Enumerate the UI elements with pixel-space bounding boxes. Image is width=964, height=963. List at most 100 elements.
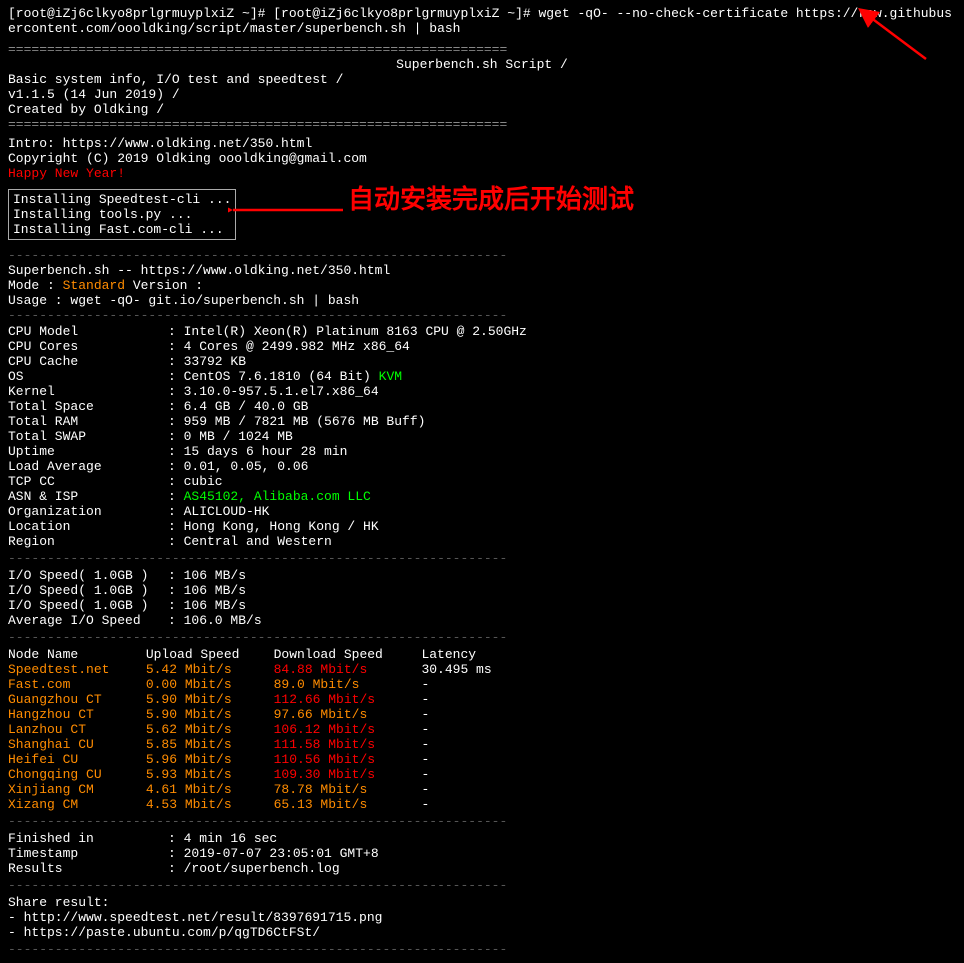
io-avg-val: : 106.0 MB/s: [168, 613, 262, 628]
speed-row-2: Guangzhou CT 5.90 Mbit/s 112.66 Mbit/s -: [8, 692, 956, 707]
download-7: 109.30 Mbit/s: [274, 767, 414, 782]
io-key-0: I/O Speed( 1.0GB ): [8, 568, 168, 583]
latency-4: -: [421, 722, 429, 737]
banner-line3: Created by Oldking /: [8, 102, 956, 117]
os-row: OS : CentOS 7.6.1810 (64 Bit) KVM: [8, 369, 956, 384]
install-line-2: Installing Fast.com-cli ...: [13, 222, 231, 237]
total-space-row: Total Space : 6.4 GB / 40.0 GB: [8, 399, 956, 414]
location-row: Location : Hong Kong, Hong Kong / HK: [8, 519, 956, 534]
cpu-cores-row: CPU Cores : 4 Cores @ 2499.982 MHz x86_6…: [8, 339, 956, 354]
prompt-user: [root@iZj6clkyo8prlgrmuyplxiZ ~]#: [8, 6, 273, 21]
org-row: Organization : ALICLOUD-HK: [8, 504, 956, 519]
upload-9: 4.53 Mbit/s: [146, 797, 266, 812]
section-divider-6: ----------------------------------------…: [8, 878, 956, 893]
cpu-cache-row: CPU Cache : 33792 KB: [8, 354, 956, 369]
cpu-model-key: CPU Model: [8, 324, 168, 339]
chinese-annotation: 自动安装完成后开始测试: [348, 179, 634, 216]
cpu-model-row: CPU Model : Intel(R) Xeon(R) Platinum 81…: [8, 324, 956, 339]
upload-2: 5.90 Mbit/s: [146, 692, 266, 707]
latency-2: -: [421, 692, 429, 707]
node-name-5: Shanghai CU: [8, 737, 138, 752]
upload-8: 4.61 Mbit/s: [146, 782, 266, 797]
uptime-val: : 15 days 6 hour 28 min: [168, 444, 347, 459]
uptime-key: Uptime: [8, 444, 168, 459]
total-swap-key: Total SWAP: [8, 429, 168, 444]
latency-9: -: [421, 797, 429, 812]
version-val: Version :: [133, 278, 203, 293]
io-key-2: I/O Speed( 1.0GB ): [8, 598, 168, 613]
download-0: 84.88 Mbit/s: [274, 662, 414, 677]
latency-8: -: [421, 782, 429, 797]
install-line-1: Installing tools.py ...: [13, 207, 231, 222]
banner-divider-bottom: ========================================…: [8, 117, 956, 132]
io-row-2: I/O Speed( 1.0GB ) : 106 MB/s: [8, 598, 956, 613]
version-label: [125, 278, 133, 293]
mode-line: Mode : Standard Version :: [8, 278, 956, 293]
upload-4: 5.62 Mbit/s: [146, 722, 266, 737]
upload-5: 5.85 Mbit/s: [146, 737, 266, 752]
region-row: Region : Central and Western: [8, 534, 956, 549]
latency-3: -: [421, 707, 429, 722]
share-link1: - http://www.speedtest.net/result/839769…: [8, 910, 956, 925]
intro-line1: Intro: https://www.oldking.net/350.html: [8, 136, 956, 151]
total-ram-val: : 959 MB / 7821 MB (5676 MB Buff): [168, 414, 425, 429]
download-4: 106.12 Mbit/s: [274, 722, 414, 737]
cpu-model-val: : Intel(R) Xeon(R) Platinum 8163 CPU @ 2…: [168, 324, 527, 339]
total-space-val: : 6.4 GB / 40.0 GB: [168, 399, 308, 414]
cpu-cores-val: : 4 Cores @ 2499.982 MHz x86_64: [168, 339, 410, 354]
load-avg-val: : 0.01, 0.05, 0.06: [168, 459, 308, 474]
load-avg-row: Load Average : 0.01, 0.05, 0.06: [8, 459, 956, 474]
download-3: 97.66 Mbit/s: [274, 707, 414, 722]
download-1: 89.0 Mbit/s: [274, 677, 414, 692]
io-key-1: I/O Speed( 1.0GB ): [8, 583, 168, 598]
node-name-1: Fast.com: [8, 677, 138, 692]
upload-1: 0.00 Mbit/s: [146, 677, 266, 692]
kernel-key: Kernel: [8, 384, 168, 399]
mode-value: Standard: [63, 278, 125, 293]
speed-row-6: Heifei CU 5.96 Mbit/s 110.56 Mbit/s -: [8, 752, 956, 767]
finished-row: Finished in : 4 min 16 sec: [8, 831, 956, 846]
speed-row-8: Xinjiang CM 4.61 Mbit/s 78.78 Mbit/s -: [8, 782, 956, 797]
share-link2: - https://paste.ubuntu.com/p/qgTD6CtFSt/: [8, 925, 956, 940]
io-val-2: : 106 MB/s: [168, 598, 246, 613]
cpu-cache-val: : 33792 KB: [168, 354, 246, 369]
download-9: 65.13 Mbit/s: [274, 797, 414, 812]
node-name-4: Lanzhou CT: [8, 722, 138, 737]
io-row-0: I/O Speed( 1.0GB ) : 106 MB/s: [8, 568, 956, 583]
tcp-cc-row: TCP CC : cubic: [8, 474, 956, 489]
download-2: 112.66 Mbit/s: [274, 692, 414, 707]
col-upload: Upload Speed: [146, 647, 266, 662]
upload-0: 5.42 Mbit/s: [146, 662, 266, 677]
tcp-cc-val: : cubic: [168, 474, 223, 489]
cpu-cache-key: CPU Cache: [8, 354, 168, 369]
node-name-0: Speedtest.net: [8, 662, 138, 677]
results-row: Results : /root/superbench.log: [8, 861, 956, 876]
section-divider-3: ----------------------------------------…: [8, 551, 956, 566]
region-val: : Central and Western: [168, 534, 332, 549]
org-key: Organization: [8, 504, 168, 519]
timestamp-key: Timestamp: [8, 846, 168, 861]
io-val-0: : 106 MB/s: [168, 568, 246, 583]
banner-line2: v1.1.5 (14 Jun 2019) /: [8, 87, 956, 102]
io-row-1: I/O Speed( 1.0GB ) : 106 MB/s: [8, 583, 956, 598]
mode-label: Mode :: [8, 278, 63, 293]
asn-val: : AS45102, Alibaba.com LLC: [168, 489, 371, 504]
load-avg-key: Load Average: [8, 459, 168, 474]
latency-0: 30.495 ms: [421, 662, 491, 677]
node-name-9: Xizang CM: [8, 797, 138, 812]
latency-5: -: [421, 737, 429, 752]
speed-table-header: Node Name Upload Speed Download Speed La…: [8, 647, 956, 662]
org-val: : ALICLOUD-HK: [168, 504, 269, 519]
share-label: Share result:: [8, 895, 956, 910]
os-key: OS: [8, 369, 168, 384]
speed-row-1: Fast.com 0.00 Mbit/s 89.0 Mbit/s -: [8, 677, 956, 692]
cpu-cores-key: CPU Cores: [8, 339, 168, 354]
tcp-cc-key: TCP CC: [8, 474, 168, 489]
download-6: 110.56 Mbit/s: [274, 752, 414, 767]
finished-section: Finished in : 4 min 16 sec Timestamp : 2…: [8, 831, 956, 876]
asn-key: ASN & ISP: [8, 489, 168, 504]
latency-6: -: [421, 752, 429, 767]
col-download: Download Speed: [274, 647, 414, 662]
results-key: Results: [8, 861, 168, 876]
finished-val: : 4 min 16 sec: [168, 831, 277, 846]
